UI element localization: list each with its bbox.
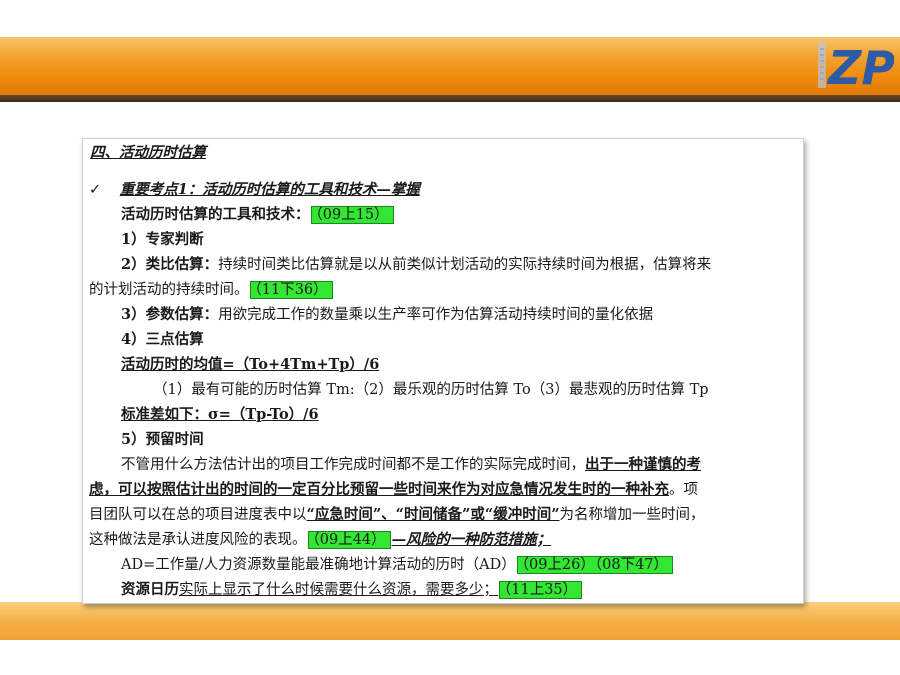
analogous-text: 持续时间类比估算就是以从前类似计划活动的实际持续时间为根据，估算将来	[218, 257, 712, 273]
parametric-line: 3）参数估算：用欲完成工作的数量乘以生产率可作为估算活动持续时间的量化依据	[121, 305, 653, 325]
checkmark-icon: ✓	[89, 182, 102, 198]
reserve-para-1: 不管用什么方法估计出的项目工作完成时间都不是工作的实际完成时间，出于一种谨慎的考	[121, 455, 701, 475]
analogous-line-2: 的计划活动的持续时间。 （11下36）	[89, 280, 334, 300]
analogous-line: 2）类比估算：持续时间类比估算就是以从前类似计划活动的实际持续时间为根据，估算将…	[121, 255, 711, 275]
top-orange-banner	[0, 37, 900, 95]
parametric-text: 用欲完成工作的数量乘以生产率可作为估算活动持续时间的量化依据	[218, 307, 654, 323]
exam-tag: （09上26）（08下47）	[516, 556, 674, 574]
zp-logo-icon: ZP	[818, 41, 894, 90]
expert-judgment: 1）专家判断	[121, 231, 204, 248]
section-heading: 四、活动历时估算	[90, 144, 206, 161]
reserve-para-2: 虑，可以按照估计出的时间的一定百分比预留一些时间来作为对应急情况发生时的一种补充…	[89, 480, 698, 500]
parametric-label: 3）参数估算：	[121, 306, 219, 323]
reserve-text-3a: 目团队可以在总的项目进度表中以	[89, 507, 307, 523]
analogous-text-2: 的计划活动的持续时间。	[89, 282, 249, 298]
content-card: 四、活动历时估算 ✓ 重要考点1：活动历时估算的工具和技术—掌握 活动历时估算的…	[82, 138, 804, 604]
reserve-text-1: 不管用什么方法估计出的项目工作完成时间都不是工作的实际完成时间，	[121, 457, 585, 473]
ad-formula-line: AD=工作量/人力资源数量能最准确地计算活动的历时（AD） （09上26）（08下…	[121, 555, 674, 575]
reserve-bold-3: “应急时间”、“时间储备”或“缓冲时间”	[306, 506, 560, 523]
key-point-text: 重要考点1：活动历时估算的工具和技术—掌握	[119, 181, 420, 198]
tools-line: 活动历时估算的工具和技术： （09上15）	[121, 205, 395, 225]
exam-tag: （11上35）	[499, 581, 583, 599]
reserve-text-2: 。项	[669, 482, 698, 498]
reserve-time: 5）预留时间	[121, 431, 204, 448]
reserve-para-3: 目团队可以在总的项目进度表中以“应急时间”、“时间储备”或“缓冲时间”为名称增加…	[89, 505, 705, 525]
top-dark-stripe	[0, 95, 900, 102]
ad-formula: AD=工作量/人力资源数量能最准确地计算活动的历时（AD）	[121, 557, 516, 573]
mean-formula: 活动历时的均值=（To+4Tm+Tp）/6	[121, 356, 380, 373]
bottom-orange-banner	[0, 602, 900, 640]
reserve-bold-1: 出于一种谨慎的考	[585, 456, 701, 473]
resource-calendar-label: 资源日历	[121, 581, 179, 598]
reserve-text-4: 这种做法是承认进度风险的表现。	[89, 532, 307, 548]
exam-tag: （09上15）	[310, 206, 394, 224]
tools-label: 活动历时估算的工具和技术：	[121, 206, 310, 223]
exam-tag: （11下36）	[249, 281, 333, 299]
estimate-definitions: （1）最有可能的历时估算 Tm:（2）最乐观的历时估算 To（3）最悲观的历时估…	[153, 382, 709, 398]
resource-calendar-line: 资源日历实际上显示了什么时候需要什么资源，需要多少； （11上35）	[121, 580, 583, 600]
three-point: 4）三点估算	[121, 331, 204, 348]
reserve-bold-4: —风险的一种防范措施；	[391, 531, 552, 548]
exam-tag: （09上44）	[307, 531, 391, 549]
key-point-line: ✓ 重要考点1：活动历时估算的工具和技术—掌握	[89, 180, 420, 200]
reserve-text-3b: 为名称增加一些时间，	[559, 507, 705, 523]
reserve-bold-2: 虑，可以按照估计出的时间的一定百分比预留一些时间来作为对应急情况发生时的一种补充	[89, 481, 669, 498]
analogous-label: 2）类比估算：	[121, 256, 219, 273]
reserve-para-4: 这种做法是承认进度风险的表现。 （09上44） —风险的一种防范措施；	[89, 530, 551, 550]
std-dev-formula: 标准差如下：σ=（Tp-To）/6	[121, 406, 319, 423]
resource-calendar-text: 实际上显示了什么时候需要什么资源，需要多少；	[179, 582, 498, 598]
svg-text:ZP: ZP	[826, 41, 894, 90]
